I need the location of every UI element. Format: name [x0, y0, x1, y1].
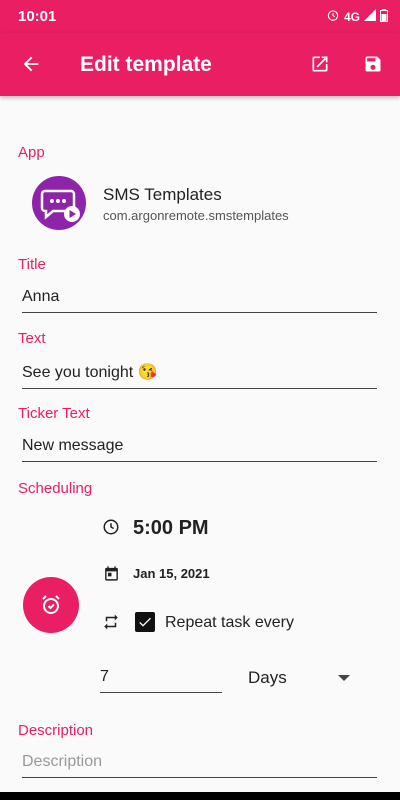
status-bar: 10:01 4G — [0, 0, 400, 33]
navigation-bar — [0, 792, 400, 800]
clock-icon — [102, 518, 120, 541]
signal-icon — [364, 9, 376, 24]
app-icon[interactable] — [32, 176, 86, 230]
scheduled-time[interactable]: 5:00 PM — [133, 517, 209, 540]
text-field[interactable]: See you tonight 😘 — [22, 362, 377, 389]
save-icon[interactable] — [360, 51, 386, 77]
app-bar: Edit template — [0, 33, 400, 96]
battery-icon — [380, 8, 388, 25]
status-time: 10:01 — [18, 8, 57, 25]
ticker-label: Ticker Text — [18, 405, 90, 422]
title-field[interactable]: Anna — [22, 288, 377, 313]
interval-value-field[interactable]: 7 — [100, 668, 222, 693]
text-label: Text — [18, 330, 46, 347]
app-package: com.argonremote.smstemplates — [103, 208, 289, 223]
open-external-icon[interactable] — [307, 51, 333, 77]
repeat-icon — [102, 613, 120, 636]
title-label: Title — [18, 256, 46, 273]
alarm-icon — [326, 8, 340, 25]
repeat-checkbox[interactable] — [135, 612, 155, 632]
checkmark-icon — [139, 617, 151, 627]
description-field[interactable]: Description — [22, 753, 377, 778]
app-name: SMS Templates — [103, 185, 222, 204]
calendar-icon — [103, 565, 120, 587]
sms-templates-logo-icon — [40, 189, 80, 222]
description-label: Description — [18, 722, 94, 739]
status-icons: 4G — [326, 8, 388, 25]
scheduled-date[interactable]: Jan 15, 2021 — [133, 566, 210, 581]
ticker-field[interactable]: New message — [22, 437, 377, 462]
repeat-label: Repeat task every — [165, 614, 294, 631]
alarm-fab-button[interactable] — [23, 577, 79, 633]
scheduling-label: Scheduling — [18, 480, 93, 497]
alarm-clock-icon — [42, 595, 60, 614]
page-title: Edit template — [80, 53, 212, 76]
network-type: 4G — [343, 9, 360, 24]
back-arrow-icon[interactable] — [18, 51, 44, 77]
dropdown-caret-icon[interactable] — [338, 675, 350, 681]
app-label: App — [18, 144, 45, 161]
interval-unit-select[interactable]: Days — [248, 668, 287, 688]
